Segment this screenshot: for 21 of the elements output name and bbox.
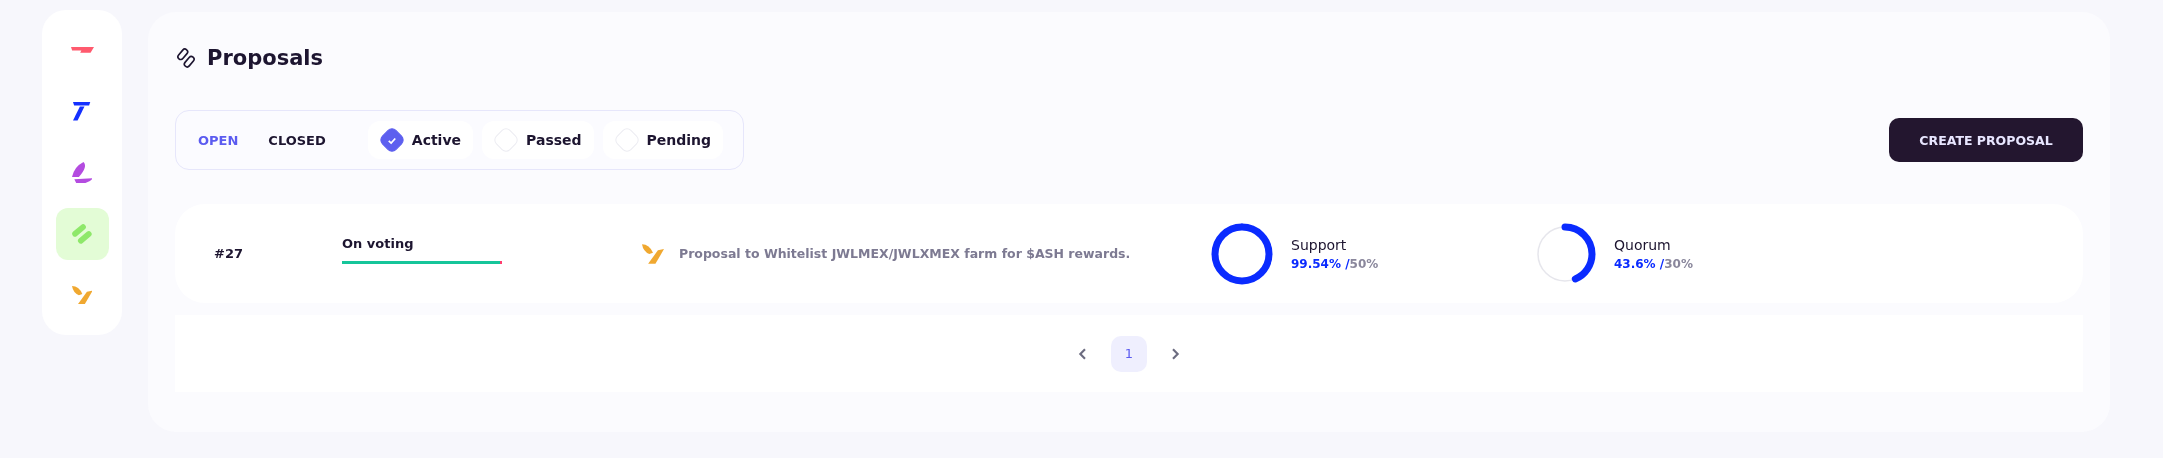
page-button[interactable]: 1	[1111, 335, 1147, 372]
filter-checkbox[interactable]: Passed	[482, 121, 594, 159]
metric-label: Quorum	[1614, 236, 1672, 253]
checkbox-label: Active	[411, 132, 462, 148]
metric-label: Support	[1291, 236, 1348, 253]
checkbox-label: Pending	[646, 132, 712, 148]
proposal-row[interactable]: #27 On voting Proposal to Whitelist JWLMEX/JWLXMEX farm for $ASH rewards. Support 99.54% /50% Quorum 43.6% /30%	[175, 204, 2083, 303]
proposal-number: #27	[214, 246, 244, 261]
checkbox-label: Passed	[526, 132, 582, 148]
page-title: Proposals	[207, 46, 323, 70]
filter-tab[interactable]: CLOSED	[268, 132, 326, 148]
metric-value: 99.54% /50%	[1291, 256, 1379, 271]
filter-checkbox[interactable]: Pending	[602, 121, 724, 159]
filter-tab[interactable]: OPEN	[198, 132, 239, 148]
status-label: On voting	[342, 235, 415, 251]
filter-checkbox[interactable]: Active	[367, 121, 474, 159]
metric-value: 43.6% /30%	[1614, 256, 1693, 271]
link-icon	[175, 47, 197, 69]
proposal-title: Proposal to Whitelist JWLMEX/JWLXMEX farm for $ASH rewards.	[679, 246, 1132, 261]
brush-stroke-icon	[642, 243, 664, 264]
create-proposal-button[interactable]: CREATE PROPOSAL	[1889, 118, 2083, 162]
